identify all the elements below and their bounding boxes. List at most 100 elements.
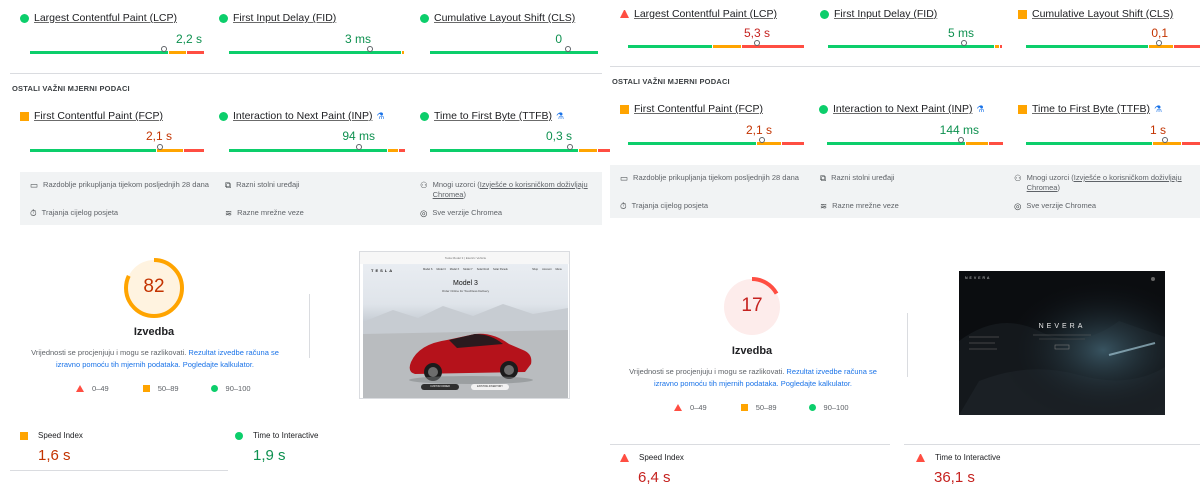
metric-name[interactable]: First Input Delay (FID) — [233, 12, 336, 24]
metric-fid[interactable]: First Input Delay (FID) 5 ms — [820, 6, 1004, 52]
hero-image — [959, 271, 1165, 415]
metric-cls[interactable]: Cumulative Layout Shift (CLS) 0,1 — [1018, 6, 1200, 52]
visit-duration: ⏱ Trajanja cijelog posjeta — [620, 201, 709, 211]
metric-inp[interactable]: Interaction to Next Paint (INP) ⚗ 144 ms — [819, 101, 1005, 147]
brand-logo: TESLA — [371, 268, 395, 273]
metric-name[interactable]: First Contentful Paint (FCP) — [634, 103, 763, 115]
distribution-bar — [30, 144, 204, 152]
calculator-link[interactable]: Pogledajte kalkulator. — [183, 360, 254, 369]
metric-value: 3 ms — [344, 32, 371, 46]
poor-status-icon — [620, 453, 629, 462]
metric-value: 0,3 s — [545, 129, 572, 143]
metric-value: 0 — [555, 32, 562, 46]
good-status-icon — [819, 104, 828, 114]
metric-ttfb[interactable]: Time to First Byte (TTFB) ⚗ 0,3 s — [420, 108, 610, 154]
distribution-bar — [430, 144, 610, 152]
value-marker — [958, 137, 964, 143]
car-illustration — [363, 304, 568, 398]
metric-lcp[interactable]: Largest Contentful Paint (LCP) 5,3 s — [620, 6, 804, 52]
metric-value: 6,4 s — [638, 469, 671, 486]
divider — [907, 313, 908, 377]
metric-lcp[interactable]: Largest Contentful Paint (LCP) 2,2 s — [20, 10, 204, 56]
hero-image: TESLA Model S Model 3 Model X Model Y Solar … — [363, 264, 568, 398]
metric-inp[interactable]: Interaction to Next Paint (INP) ⚗ 94 ms — [219, 108, 405, 154]
metric-name[interactable]: Interaction to Next Paint (INP) — [233, 110, 372, 122]
browser-title: Tesla Model 3 | Electric Vehicle — [360, 252, 569, 264]
right-nav: Shop Account Menu — [532, 268, 562, 271]
chrome-versions: ◎ Sve verzije Chromea — [420, 208, 503, 218]
value-marker — [759, 137, 765, 143]
metric-name[interactable]: First Contentful Paint (FCP) — [34, 110, 163, 122]
metric-value: 2,1 s — [745, 123, 772, 137]
calculator-link[interactable]: Pogledajte kalkulator. — [781, 379, 852, 388]
value-marker — [161, 46, 167, 52]
value-marker — [157, 144, 163, 150]
good-status-icon — [420, 13, 429, 23]
average-square-icon — [142, 385, 150, 392]
experimental-flask-icon: ⚗ — [976, 103, 985, 114]
performance-score-gauge: 17 — [721, 276, 783, 338]
metric-fcp[interactable]: First Contentful Paint (FCP) 2,1 s — [620, 101, 804, 147]
experimental-flask-icon: ⚗ — [1154, 103, 1163, 114]
page-screenshot: NEVERA NEVERA — [959, 271, 1165, 415]
network-type: ≋ Razne mrežne veze — [225, 208, 304, 218]
metric-name[interactable]: Largest Contentful Paint (LCP) — [34, 12, 177, 24]
metric-name[interactable]: Time to First Byte (TTFB) — [1032, 103, 1150, 115]
value-marker — [1162, 137, 1168, 143]
metric-time-to-interactive: Time to Interactive 36,1 s — [916, 453, 1126, 486]
good-status-icon — [219, 13, 228, 23]
performance-score-gauge: 82 — [123, 257, 185, 319]
metric-time-to-interactive: Time to Interactive 1,9 s — [235, 431, 445, 464]
visit-duration: ⏱ Trajanja cijelog posjeta — [30, 208, 119, 218]
divider — [309, 294, 310, 358]
metric-value: 36,1 s — [934, 469, 975, 486]
data-source-info: ▭ Razdoblje prikupljanja tijekom posljedn… — [20, 172, 602, 225]
metric-value: 0,1 — [1151, 26, 1168, 40]
performance-label: Izvedba — [731, 345, 773, 357]
metric-name[interactable]: Largest Contentful Paint (LCP) — [634, 8, 777, 20]
distribution-bar — [229, 46, 404, 54]
poor-triangle-icon — [674, 404, 682, 411]
good-status-icon — [219, 111, 228, 121]
average-status-icon — [1018, 104, 1027, 114]
section-title: OSTALI VAŽNI MJERNI PODACI — [612, 77, 730, 86]
device-type: ⧉ Razni stolni uređaji — [820, 173, 895, 183]
score-legend: 0–49 50–89 90–100 — [76, 384, 273, 393]
metric-fcp[interactable]: First Contentful Paint (FCP) 2,1 s — [20, 108, 204, 154]
experimental-flask-icon: ⚗ — [376, 110, 385, 121]
calendar-icon: ▭ — [30, 180, 39, 190]
chrome-versions: ◎ Sve verzije Chromea — [1014, 201, 1097, 211]
metric-name[interactable]: First Input Delay (FID) — [834, 8, 937, 20]
metric-name[interactable]: Interaction to Next Paint (INP) — [833, 103, 972, 115]
average-status-icon — [1018, 9, 1027, 19]
score-value: 17 — [741, 295, 763, 316]
value-marker — [367, 46, 373, 52]
device-type: ⧉ Razni stolni uređaji — [225, 180, 300, 190]
metric-cls[interactable]: Cumulative Layout Shift (CLS) 0 — [420, 10, 600, 56]
metric-name[interactable]: Cumulative Layout Shift (CLS) — [434, 12, 575, 24]
custom-order-button: CUSTOM ORDER — [421, 384, 459, 390]
poor-status-icon — [620, 10, 629, 18]
good-circle-icon — [808, 404, 816, 411]
metric-name[interactable]: Cumulative Layout Shift (CLS) — [1032, 8, 1173, 20]
score-value: 82 — [143, 276, 165, 297]
score-legend: 0–49 50–89 90–100 — [674, 403, 871, 412]
good-status-icon — [235, 431, 243, 440]
timer-icon: ⏱ — [30, 208, 37, 218]
inventory-button: EXISTING INVENTORY — [471, 384, 509, 390]
sample-info: ⚇ Mnogi uzorci (Izvješće o korisničkom do… — [420, 180, 588, 199]
hero-headline: Model 3 — [453, 280, 478, 287]
users-icon: ⚇ — [420, 180, 428, 190]
metric-ttfb[interactable]: Time to First Byte (TTFB) ⚗ 1 s — [1018, 101, 1200, 147]
brand-logo: NEVERA — [965, 276, 992, 280]
poor-triangle-icon — [76, 385, 84, 392]
section-title: OSTALI VAŽNI MJERNI PODACI — [12, 84, 130, 93]
distribution-bar — [229, 144, 405, 152]
value-marker — [1156, 40, 1162, 46]
distribution-bar — [1026, 40, 1200, 48]
divider — [10, 73, 602, 74]
distribution-bar — [430, 46, 598, 54]
metric-fid[interactable]: First Input Delay (FID) 3 ms — [219, 10, 404, 56]
metric-name[interactable]: Time to First Byte (TTFB) — [434, 110, 552, 122]
sample-info: ⚇ Mnogi uzorci (Izvješće o korisničkom do… — [1014, 173, 1182, 192]
